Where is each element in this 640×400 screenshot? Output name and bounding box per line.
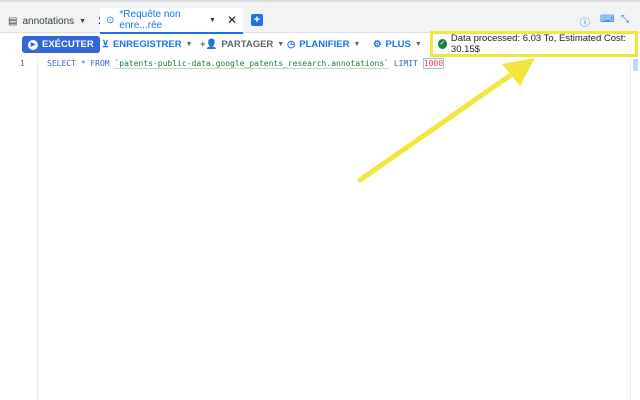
- annotation-arrow: [357, 58, 535, 183]
- arrow-head: [502, 58, 535, 86]
- arrow-shaft: [357, 69, 518, 183]
